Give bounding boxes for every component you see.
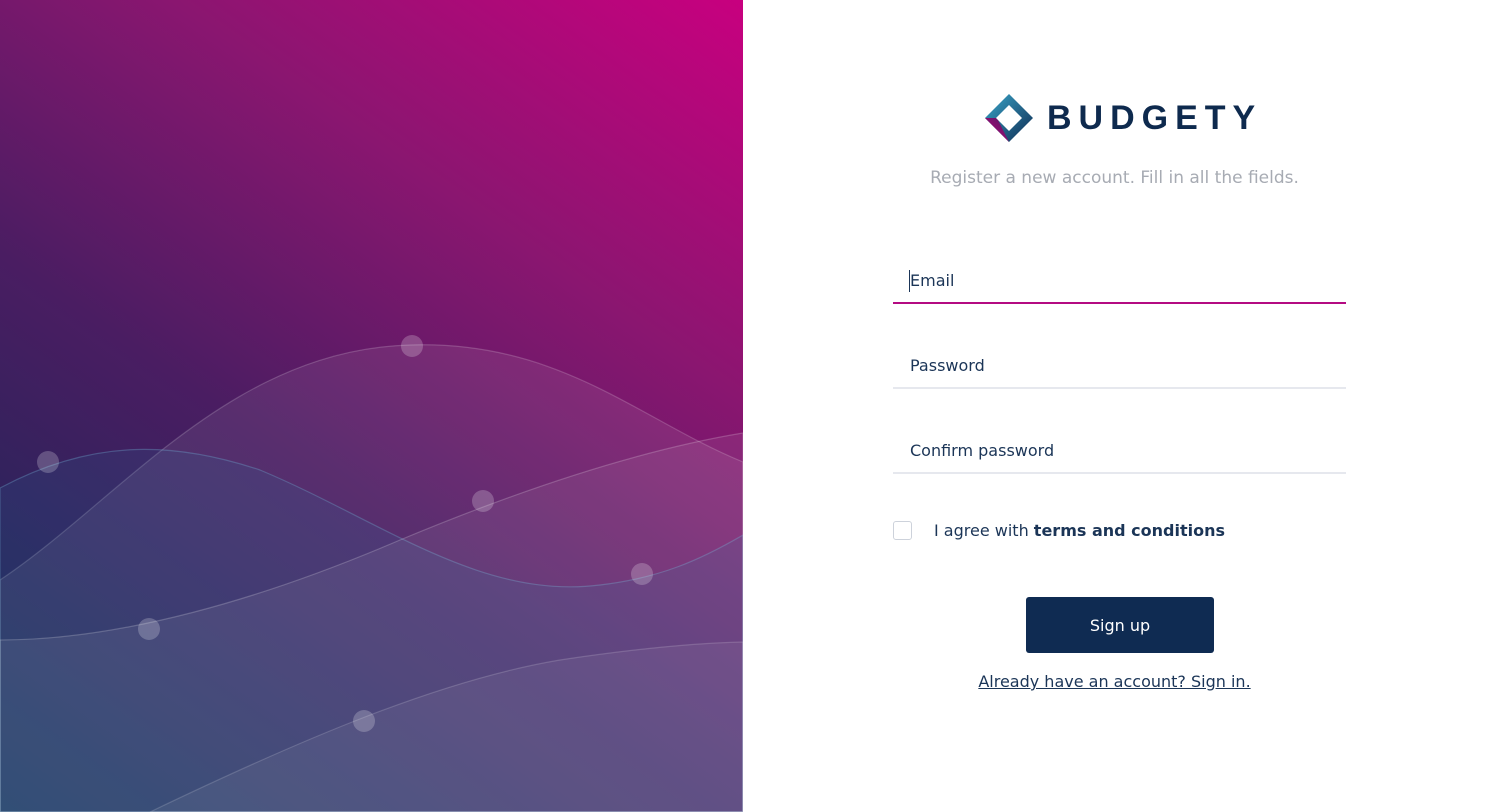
- brand-name: BUDGETY: [1047, 98, 1263, 137]
- terms-agreement: I agree with terms and conditions: [893, 521, 1225, 540]
- diamond-logo-icon: [985, 94, 1033, 142]
- wave-dot: [401, 335, 423, 357]
- wave-dot: [472, 490, 494, 512]
- confirm-password-field[interactable]: [893, 428, 1346, 474]
- terms-link[interactable]: terms and conditions: [1034, 521, 1225, 540]
- terms-checkbox[interactable]: [893, 521, 912, 540]
- register-subtitle: Register a new account. Fill in all the …: [930, 168, 1299, 188]
- email-field[interactable]: [893, 258, 1346, 304]
- wave-illustration: [0, 335, 743, 812]
- wave-dot: [37, 451, 59, 473]
- hero-background: [0, 0, 743, 812]
- sign-in-link[interactable]: Already have an account? Sign in.: [743, 672, 1486, 691]
- terms-label: I agree with terms and conditions: [934, 521, 1225, 540]
- register-panel: BUDGETY Register a new account. Fill in …: [743, 0, 1486, 812]
- register-page: BUDGETY Register a new account. Fill in …: [0, 0, 1486, 812]
- wave-dot: [353, 710, 375, 732]
- text-cursor: [909, 270, 910, 292]
- wave-dot: [138, 618, 160, 640]
- brand-logo: BUDGETY: [983, 92, 1262, 144]
- terms-label-prefix: I agree with: [934, 521, 1034, 540]
- wave-dot: [631, 563, 653, 585]
- sign-up-button[interactable]: Sign up: [1026, 597, 1214, 653]
- password-field[interactable]: [893, 343, 1346, 389]
